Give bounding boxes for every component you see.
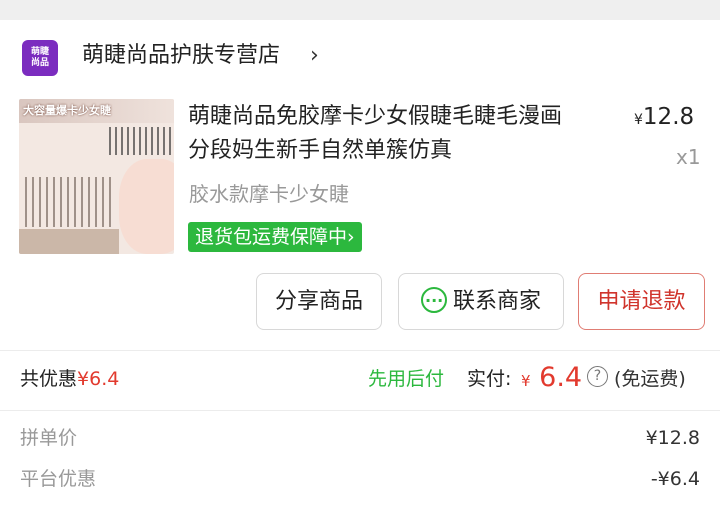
store-name-link[interactable]: 萌睫尚品护肤专营店 [82,40,280,72]
paid-value: 6.4 [539,362,583,393]
thumbnail-model-face [119,159,174,254]
chevron-right-icon: › [347,226,355,248]
detail-value-group-price: ¥12.8 [645,427,700,449]
detail-label-group-price: 拼单价 [20,427,78,449]
free-shipping-note: (免运费) [614,368,686,390]
request-refund-button[interactable]: 申请退款 [578,273,705,330]
thumbnail-lash-tray [25,177,111,227]
product-quantity: x1 [676,145,701,169]
product-title-line-2: 分段妈生新手自然单簇仿真 [188,138,453,163]
product-price: ¥12.8 [634,100,694,137]
contact-seller-button[interactable]: 联系商家 [398,273,564,330]
product-title[interactable]: 萌睫尚品免胶摩卡少女假睫毛睫毛漫画 分段妈生新手自然单簇仿真 [188,100,618,168]
top-separator [0,0,720,20]
paid-amount: ¥ 6.4 [521,358,582,401]
guarantee-text: 退货包运费保障中 [195,226,348,248]
thumbnail-banner-text: 大容量爆卡少女睫 [23,104,111,117]
discount-label: 共优惠 [20,368,78,390]
divider [0,350,720,351]
store-logo-text-2: 尚品 [30,58,49,68]
pay-later-label[interactable]: 先用后付 [368,362,444,396]
price-currency: ¥ [634,112,643,128]
share-product-button[interactable]: 分享商品 [256,273,382,330]
shipping-guarantee-badge[interactable]: 退货包运费保障中› [188,222,362,252]
total-discount: 共优惠¥6.4 [20,362,119,396]
detail-value-platform-discount: -¥6.4 [650,468,700,490]
product-variant: 胶水款摩卡少女睫 [189,182,349,206]
discount-value: ¥6.4 [77,368,120,390]
thumbnail-lashes [109,127,174,155]
detail-label-platform-discount: 平台优惠 [20,468,97,490]
product-thumbnail[interactable]: 大容量爆卡少女睫 [19,99,174,254]
help-icon[interactable]: ? [587,366,608,387]
price-value: 12.8 [642,104,695,130]
chevron-right-icon[interactable]: › [310,40,319,72]
product-title-line-1: 萌睫尚品免胶摩卡少女假睫毛睫毛漫画 [188,104,563,129]
chat-icon [420,274,447,328]
divider [0,410,720,411]
store-logo-text-1: 萌睫 [30,47,49,57]
thumbnail-tray-base [19,229,119,254]
store-logo[interactable]: 萌睫 尚品 [22,40,58,76]
paid-label: 实付: [467,368,512,390]
contact-seller-label: 联系商家 [452,288,541,314]
paid-currency: ¥ [521,372,531,390]
